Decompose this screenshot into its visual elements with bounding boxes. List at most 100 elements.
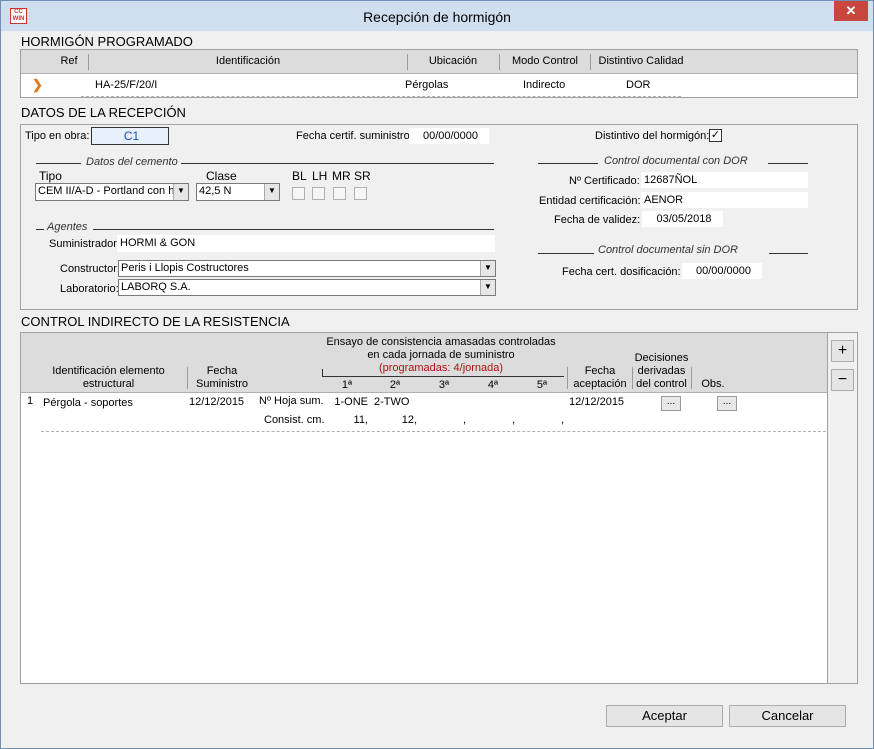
hdr-amasada-4: 4ª xyxy=(487,379,499,391)
hdr-fecha-sum-1: Fecha xyxy=(206,365,238,377)
hdr-fecha-aceptacion: Fecha aceptación xyxy=(568,365,632,391)
decisiones-button[interactable]: ... xyxy=(661,396,681,411)
tipo-en-obra-field[interactable]: C1 xyxy=(91,127,169,145)
hoja-2[interactable]: 2-TWO xyxy=(373,394,419,410)
hdr-decisiones: Decisiones derivadas del control xyxy=(633,352,690,391)
cemento-clase-label: Clase xyxy=(206,169,237,183)
hdr-decisiones-3: del control xyxy=(636,378,687,390)
col-ubicacion: Ubicación xyxy=(428,55,478,67)
hdr-obs: Obs. xyxy=(701,378,725,390)
programado-modo-control: Indirecto xyxy=(523,79,566,91)
chevron-down-icon[interactable]: ▼ xyxy=(173,184,188,200)
hdr-amasada-2: 2ª xyxy=(389,379,401,391)
group-rule xyxy=(768,163,808,164)
hdr-ensayo-2: en cada jornada de suministro xyxy=(367,349,515,361)
window-title: Recepción de hormigón xyxy=(363,9,511,25)
suministrador-field[interactable]: HORMI & GON xyxy=(117,235,495,252)
flag-bl-checkbox[interactable] xyxy=(292,187,305,200)
entidad-field[interactable]: AENOR xyxy=(641,192,808,208)
row-selector-icon[interactable]: ❯ xyxy=(32,77,43,93)
distintivo-label: Distintivo del hormigón: xyxy=(595,130,710,142)
consist-1[interactable]: 11, xyxy=(324,412,370,428)
row-fecha-aceptacion[interactable]: 12/12/2015 xyxy=(569,394,631,410)
hdr-fecha-acep-2: aceptación xyxy=(573,378,627,390)
recepcion-window: CC WIN Recepción de hormigón ✕ HORMIGÓN … xyxy=(0,0,874,749)
fecha-dosif-field[interactable]: 00/00/0000 xyxy=(682,263,762,279)
consist-label: Consist. cm. xyxy=(264,414,325,426)
row-elemento[interactable]: Pérgola - soportes xyxy=(41,394,186,426)
agentes-group-title: Agentes xyxy=(47,221,88,233)
flag-bl-label: BL xyxy=(292,169,307,183)
hdr-underline xyxy=(322,376,564,377)
cemento-tipo-select[interactable]: CEM II/A-D - Portland con h ▼ xyxy=(35,183,189,201)
col-distintivo: Distintivo Calidad xyxy=(598,55,684,67)
fecha-certif-label: Fecha certif. suministro: xyxy=(296,130,413,142)
programado-title: HORMIGÓN PROGRAMADO xyxy=(21,34,193,49)
programado-ubicacion: Pérgolas xyxy=(405,79,449,91)
laboratorio-select[interactable]: LABORQ S.A. ▼ xyxy=(118,279,496,296)
remove-row-button[interactable]: − xyxy=(831,369,854,391)
accept-button[interactable]: Aceptar xyxy=(606,705,723,727)
distintivo-checkbox[interactable]: ✓ xyxy=(709,129,722,142)
group-rule xyxy=(538,253,594,254)
obs-button[interactable]: ... xyxy=(717,396,737,411)
validez-field[interactable]: 03/05/2018 xyxy=(642,211,723,227)
close-button[interactable]: ✕ xyxy=(834,1,868,21)
hoja-5[interactable] xyxy=(520,394,566,410)
cemento-tipo-value: CEM II/A-D - Portland con h xyxy=(38,185,175,197)
group-rule xyxy=(769,253,808,254)
hdr-fecha-suministro: Fecha Suministro xyxy=(188,365,256,391)
hoja-4[interactable] xyxy=(471,394,517,410)
hdr-identificacion-2: estructural xyxy=(82,378,135,390)
cemento-tipo-label: Tipo xyxy=(39,169,62,183)
group-rule xyxy=(36,163,81,164)
chevron-down-icon[interactable]: ▼ xyxy=(264,184,279,200)
fecha-certif-field[interactable]: 00/00/0000 xyxy=(409,128,489,144)
laboratorio-label: Laboratorio: xyxy=(60,283,119,295)
consist-5[interactable]: , xyxy=(520,412,566,428)
hoja-1[interactable]: 1-ONE xyxy=(324,394,370,410)
flag-lh-label: LH xyxy=(312,169,328,183)
flag-mr-checkbox[interactable] xyxy=(333,187,346,200)
validez-label: Fecha de validez: xyxy=(554,214,641,226)
hdr-fecha-acep-1: Fecha xyxy=(584,365,616,377)
chevron-down-icon[interactable]: ▼ xyxy=(480,280,495,295)
cemento-clase-value: 42,5 N xyxy=(199,185,232,197)
group-rule xyxy=(93,229,494,230)
laboratorio-value: LABORQ S.A. xyxy=(121,281,191,293)
hdr-ensayo: Ensayo de consistencia amasadas controla… xyxy=(311,336,571,375)
hdr-identificacion-1: Identificación elemento xyxy=(52,365,165,377)
programado-grid: Ref Identificación Ubicación Modo Contro… xyxy=(20,49,858,98)
cancel-button[interactable]: Cancelar xyxy=(729,705,846,727)
constructor-select[interactable]: Peris i Llopis Costructores ▼ xyxy=(118,260,496,277)
col-ref: Ref xyxy=(60,55,78,67)
hdr-programadas: (programadas: 4/jornada) xyxy=(378,362,504,374)
programado-distintivo: DOR xyxy=(626,79,651,91)
hdr-decisiones-2: derivadas xyxy=(637,365,686,377)
flag-sr-label: SR xyxy=(354,169,371,183)
hdr-amasada-5: 5ª xyxy=(536,379,548,391)
suministrador-label: Suministrador: xyxy=(49,238,120,250)
certificado-field[interactable]: 12687ÑOL xyxy=(641,172,808,188)
constructor-label: Constructor: xyxy=(60,263,120,275)
row-fecha-suministro[interactable]: 12/12/2015 xyxy=(189,394,253,410)
consist-4[interactable]: , xyxy=(471,412,517,428)
flag-lh-checkbox[interactable] xyxy=(312,187,325,200)
hoja-3[interactable] xyxy=(422,394,468,410)
hdr-decisiones-1: Decisiones xyxy=(634,352,689,364)
hdr-tick xyxy=(322,369,323,377)
consist-3[interactable]: , xyxy=(422,412,468,428)
hdr-ensayo-1: Ensayo de consistencia amasadas controla… xyxy=(326,336,556,348)
add-row-button[interactable]: + xyxy=(831,340,854,362)
fecha-dosif-label: Fecha cert. dosificación: xyxy=(562,266,681,278)
cemento-clase-select[interactable]: 42,5 N ▼ xyxy=(196,183,280,201)
tipo-en-obra-label: Tipo en obra: xyxy=(25,130,90,142)
cemento-group-title: Datos del cemento xyxy=(86,156,178,168)
consist-2[interactable]: 12, xyxy=(373,412,419,428)
col-identificacion: Identificación xyxy=(215,55,281,67)
hoja-label: Nº Hoja sum. xyxy=(259,395,324,407)
chevron-down-icon[interactable]: ▼ xyxy=(480,261,495,276)
hdr-identificacion: Identificación elemento estructural xyxy=(31,365,186,391)
flag-sr-checkbox[interactable] xyxy=(354,187,367,200)
row-separator xyxy=(41,431,826,432)
